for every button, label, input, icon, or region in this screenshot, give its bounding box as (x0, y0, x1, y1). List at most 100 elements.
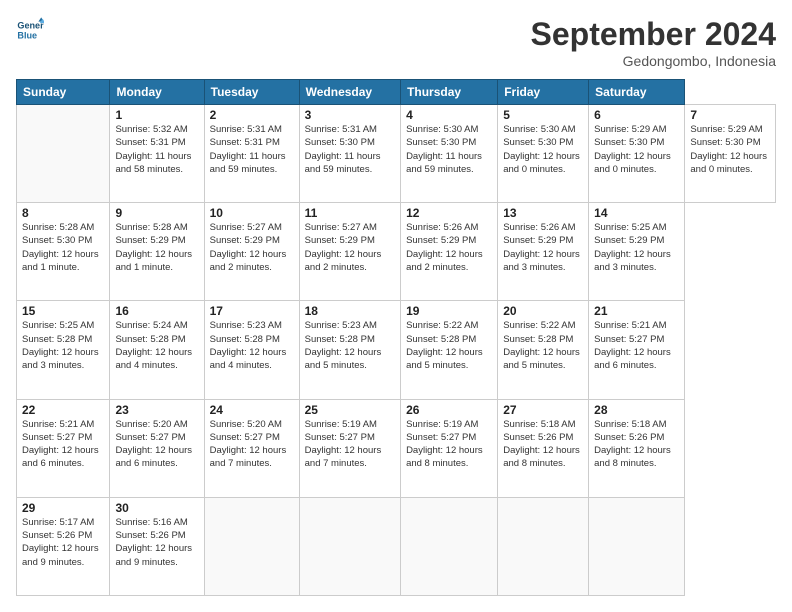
sunrise: Sunrise: 5:19 AM (406, 418, 492, 431)
table-row: 4 Sunrise: 5:30 AM Sunset: 5:30 PM Dayli… (401, 105, 498, 203)
daylight: Daylight: 12 hours and 1 minute. (115, 248, 198, 275)
daylight: Daylight: 12 hours and 7 minutes. (210, 444, 294, 471)
day-info: Sunrise: 5:30 AM Sunset: 5:30 PM Dayligh… (503, 123, 583, 176)
day-number: 1 (115, 108, 198, 122)
daylight: Daylight: 11 hours and 58 minutes. (115, 150, 198, 177)
sunrise: Sunrise: 5:31 AM (210, 123, 294, 136)
daylight: Daylight: 12 hours and 3 minutes. (594, 248, 679, 275)
sunset: Sunset: 5:27 PM (22, 431, 104, 444)
day-number: 17 (210, 304, 294, 318)
header-row: Sunday Monday Tuesday Wednesday Thursday… (17, 80, 776, 105)
day-number: 8 (22, 206, 104, 220)
daylight: Daylight: 12 hours and 7 minutes. (305, 444, 395, 471)
daylight: Daylight: 12 hours and 1 minute. (22, 248, 104, 275)
sunrise: Sunrise: 5:18 AM (594, 418, 679, 431)
day-info: Sunrise: 5:25 AM Sunset: 5:29 PM Dayligh… (594, 221, 679, 274)
table-row: 9 Sunrise: 5:28 AM Sunset: 5:29 PM Dayli… (110, 203, 204, 301)
sunset: Sunset: 5:28 PM (406, 333, 492, 346)
sunrise: Sunrise: 5:25 AM (22, 319, 104, 332)
sunrise: Sunrise: 5:27 AM (305, 221, 395, 234)
sunrise: Sunrise: 5:26 AM (406, 221, 492, 234)
sunset: Sunset: 5:28 PM (22, 333, 104, 346)
day-number: 12 (406, 206, 492, 220)
table-row: 26 Sunrise: 5:19 AM Sunset: 5:27 PM Dayl… (401, 399, 498, 497)
day-number: 11 (305, 206, 395, 220)
day-info: Sunrise: 5:19 AM Sunset: 5:27 PM Dayligh… (305, 418, 395, 471)
day-info: Sunrise: 5:19 AM Sunset: 5:27 PM Dayligh… (406, 418, 492, 471)
table-row: 27 Sunrise: 5:18 AM Sunset: 5:26 PM Dayl… (498, 399, 589, 497)
sunset: Sunset: 5:31 PM (115, 136, 198, 149)
day-info: Sunrise: 5:24 AM Sunset: 5:28 PM Dayligh… (115, 319, 198, 372)
table-row (17, 105, 110, 203)
sunrise: Sunrise: 5:22 AM (503, 319, 583, 332)
sunrise: Sunrise: 5:21 AM (22, 418, 104, 431)
daylight: Daylight: 11 hours and 59 minutes. (406, 150, 492, 177)
day-info: Sunrise: 5:26 AM Sunset: 5:29 PM Dayligh… (503, 221, 583, 274)
table-row: 3 Sunrise: 5:31 AM Sunset: 5:30 PM Dayli… (299, 105, 400, 203)
header: General Blue September 2024 Gedongombo, … (16, 16, 776, 69)
table-row (299, 497, 400, 595)
table-row: 24 Sunrise: 5:20 AM Sunset: 5:27 PM Dayl… (204, 399, 299, 497)
sunset: Sunset: 5:27 PM (115, 431, 198, 444)
daylight: Daylight: 12 hours and 3 minutes. (22, 346, 104, 373)
table-row: 13 Sunrise: 5:26 AM Sunset: 5:29 PM Dayl… (498, 203, 589, 301)
day-number: 10 (210, 206, 294, 220)
sunrise: Sunrise: 5:31 AM (305, 123, 395, 136)
table-row: 8 Sunrise: 5:28 AM Sunset: 5:30 PM Dayli… (17, 203, 110, 301)
table-row: 20 Sunrise: 5:22 AM Sunset: 5:28 PM Dayl… (498, 301, 589, 399)
daylight: Daylight: 12 hours and 4 minutes. (210, 346, 294, 373)
day-number: 9 (115, 206, 198, 220)
day-info: Sunrise: 5:27 AM Sunset: 5:29 PM Dayligh… (210, 221, 294, 274)
day-info: Sunrise: 5:25 AM Sunset: 5:28 PM Dayligh… (22, 319, 104, 372)
table-row: 1 Sunrise: 5:32 AM Sunset: 5:31 PM Dayli… (110, 105, 204, 203)
day-number: 19 (406, 304, 492, 318)
sunset: Sunset: 5:27 PM (210, 431, 294, 444)
table-row (498, 497, 589, 595)
day-number: 3 (305, 108, 395, 122)
sunset: Sunset: 5:28 PM (305, 333, 395, 346)
sunrise: Sunrise: 5:16 AM (115, 516, 198, 529)
day-info: Sunrise: 5:20 AM Sunset: 5:27 PM Dayligh… (210, 418, 294, 471)
day-info: Sunrise: 5:28 AM Sunset: 5:29 PM Dayligh… (115, 221, 198, 274)
col-sunday: Sunday (17, 80, 110, 105)
day-number: 7 (690, 108, 770, 122)
day-info: Sunrise: 5:22 AM Sunset: 5:28 PM Dayligh… (503, 319, 583, 372)
sunrise: Sunrise: 5:19 AM (305, 418, 395, 431)
daylight: Daylight: 12 hours and 9 minutes. (22, 542, 104, 569)
sunset: Sunset: 5:27 PM (406, 431, 492, 444)
table-row: 19 Sunrise: 5:22 AM Sunset: 5:28 PM Dayl… (401, 301, 498, 399)
daylight: Daylight: 11 hours and 59 minutes. (305, 150, 395, 177)
day-number: 14 (594, 206, 679, 220)
sunrise: Sunrise: 5:23 AM (210, 319, 294, 332)
sunrise: Sunrise: 5:29 AM (690, 123, 770, 136)
sunset: Sunset: 5:29 PM (115, 234, 198, 247)
sunset: Sunset: 5:27 PM (594, 333, 679, 346)
daylight: Daylight: 12 hours and 5 minutes. (503, 346, 583, 373)
svg-text:General: General (17, 21, 44, 31)
sunset: Sunset: 5:29 PM (406, 234, 492, 247)
sunrise: Sunrise: 5:25 AM (594, 221, 679, 234)
day-info: Sunrise: 5:16 AM Sunset: 5:26 PM Dayligh… (115, 516, 198, 569)
sunset: Sunset: 5:29 PM (594, 234, 679, 247)
daylight: Daylight: 12 hours and 8 minutes. (503, 444, 583, 471)
daylight: Daylight: 12 hours and 6 minutes. (594, 346, 679, 373)
day-info: Sunrise: 5:18 AM Sunset: 5:26 PM Dayligh… (594, 418, 679, 471)
sunrise: Sunrise: 5:28 AM (22, 221, 104, 234)
col-thursday: Thursday (401, 80, 498, 105)
day-info: Sunrise: 5:29 AM Sunset: 5:30 PM Dayligh… (594, 123, 679, 176)
sunset: Sunset: 5:28 PM (115, 333, 198, 346)
sunrise: Sunrise: 5:26 AM (503, 221, 583, 234)
sunset: Sunset: 5:29 PM (305, 234, 395, 247)
day-number: 20 (503, 304, 583, 318)
day-number: 5 (503, 108, 583, 122)
table-row: 18 Sunrise: 5:23 AM Sunset: 5:28 PM Dayl… (299, 301, 400, 399)
table-row: 25 Sunrise: 5:19 AM Sunset: 5:27 PM Dayl… (299, 399, 400, 497)
daylight: Daylight: 12 hours and 4 minutes. (115, 346, 198, 373)
daylight: Daylight: 11 hours and 59 minutes. (210, 150, 294, 177)
table-row: 21 Sunrise: 5:21 AM Sunset: 5:27 PM Dayl… (589, 301, 685, 399)
day-info: Sunrise: 5:32 AM Sunset: 5:31 PM Dayligh… (115, 123, 198, 176)
sunrise: Sunrise: 5:21 AM (594, 319, 679, 332)
table-row: 30 Sunrise: 5:16 AM Sunset: 5:26 PM Dayl… (110, 497, 204, 595)
day-info: Sunrise: 5:18 AM Sunset: 5:26 PM Dayligh… (503, 418, 583, 471)
sunset: Sunset: 5:29 PM (503, 234, 583, 247)
